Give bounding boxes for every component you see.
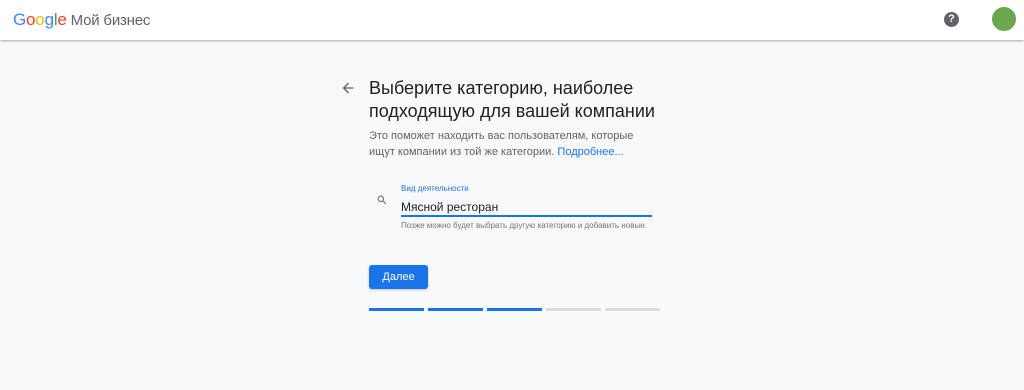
- page-title: Выберите категорию, наиболее подходящую …: [369, 78, 655, 121]
- progress-indicator: [369, 308, 660, 311]
- next-button[interactable]: Далее: [369, 265, 428, 289]
- progress-segment: [369, 308, 424, 311]
- progress-segment: [487, 308, 542, 311]
- google-my-business-logo[interactable]: Google Мой бизнес: [13, 10, 150, 30]
- page-subtitle: Это поможет находить вас пользователям, …: [369, 128, 659, 160]
- product-name: Мой бизнес: [70, 12, 151, 29]
- category-field-label: Вид деятельности: [401, 184, 469, 193]
- category-input[interactable]: [401, 198, 652, 217]
- top-app-bar: Google Мой бизнес ?: [0, 0, 1024, 40]
- progress-segment: [605, 308, 660, 311]
- help-icon[interactable]: ?: [944, 12, 959, 27]
- progress-segment: [428, 308, 483, 311]
- field-helper-text: Позже можно будет выбрать другую категор…: [401, 221, 647, 230]
- learn-more-link[interactable]: Подробнее...: [557, 146, 623, 158]
- google-wordmark: Google: [13, 10, 67, 29]
- back-arrow-icon[interactable]: [340, 80, 356, 96]
- account-avatar[interactable]: [992, 7, 1016, 31]
- search-icon: [377, 195, 387, 205]
- progress-segment: [546, 308, 601, 311]
